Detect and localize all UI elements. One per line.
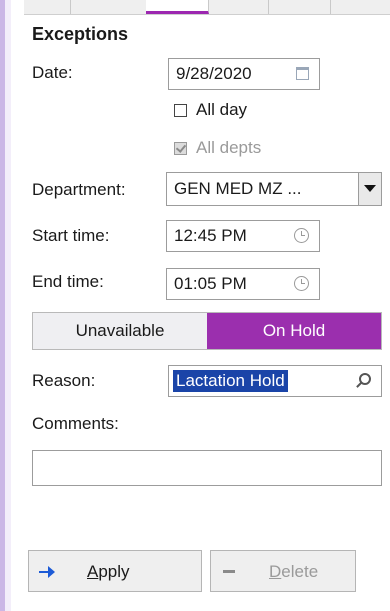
reason-value: Lactation Hold — [173, 370, 288, 392]
all-depts-checkbox — [174, 142, 187, 155]
all-day-checkbox[interactable] — [174, 104, 187, 117]
start-time-label: Start time: — [32, 226, 110, 245]
end-time-field[interactable]: 01:05 PM — [166, 268, 320, 300]
apply-label: Apply — [87, 562, 130, 581]
clock-icon[interactable] — [294, 276, 309, 291]
tab-1[interactable] — [24, 0, 71, 14]
end-time-label: End time: — [32, 272, 104, 291]
date-label: Date: — [32, 63, 73, 82]
unavailable-option[interactable]: Unavailable — [33, 313, 207, 349]
department-value: GEN MED MZ ... — [174, 179, 302, 198]
comments-input[interactable] — [32, 450, 382, 486]
department-select[interactable]: GEN MED MZ ... — [166, 172, 382, 206]
tab-5[interactable] — [268, 0, 331, 14]
comments-label: Comments: — [32, 414, 119, 433]
date-value: 9/28/2020 — [176, 64, 252, 83]
top-tab-strip — [24, 0, 390, 15]
section-title: Exceptions — [32, 24, 129, 44]
calendar-icon[interactable] — [296, 67, 309, 80]
tab-2[interactable] — [70, 0, 147, 14]
reason-label: Reason: — [32, 371, 96, 390]
chevron-down-icon[interactable] — [358, 173, 381, 205]
tab-4[interactable] — [208, 0, 269, 14]
delete-label: Delete — [269, 562, 319, 581]
delete-button: Delete — [210, 550, 356, 592]
status-toggle: Unavailable On Hold — [32, 312, 382, 350]
on-hold-option[interactable]: On Hold — [207, 313, 381, 349]
minus-icon — [223, 570, 235, 573]
clock-icon[interactable] — [294, 228, 309, 243]
start-time-value: 12:45 PM — [174, 226, 247, 245]
all-day-label: All day — [196, 100, 248, 119]
apply-button[interactable]: Apply — [28, 550, 202, 592]
department-label: Department: — [32, 180, 126, 199]
search-icon[interactable] — [359, 373, 371, 385]
date-field[interactable]: 9/28/2020 — [168, 58, 320, 90]
start-time-field[interactable]: 12:45 PM — [166, 220, 320, 252]
left-accent-strip — [5, 0, 11, 611]
end-time-value: 01:05 PM — [174, 274, 247, 293]
arrow-right-icon — [39, 566, 55, 578]
reason-input[interactable]: Lactation Hold — [168, 365, 382, 397]
all-depts-label: All depts — [196, 138, 262, 157]
tab-3-active[interactable] — [146, 0, 209, 14]
